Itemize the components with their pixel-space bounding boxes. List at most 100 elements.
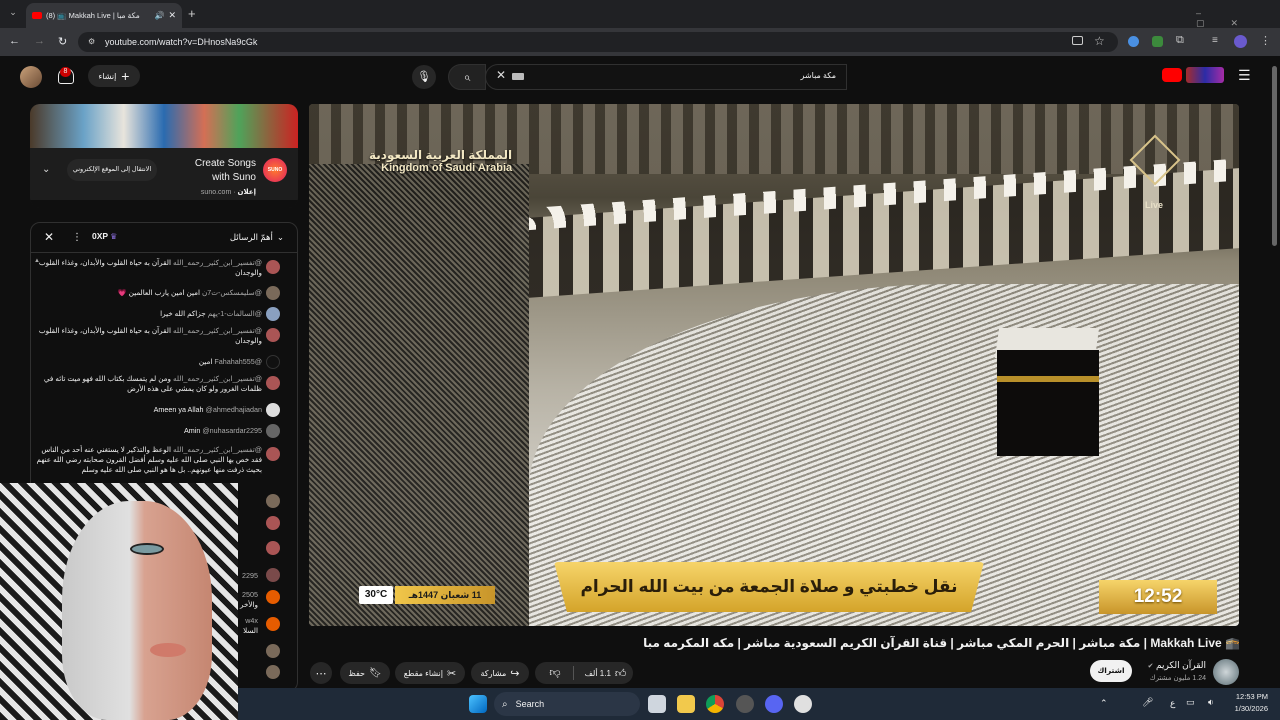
user-avatar[interactable] — [20, 66, 42, 88]
create-button[interactable]: إنشاء + — [88, 65, 140, 87]
extension-green-icon[interactable] — [1152, 36, 1163, 47]
channel-name[interactable]: القرآن الكريم ✔ — [1140, 660, 1206, 671]
subscribe-button[interactable]: اشتراك — [1090, 660, 1132, 682]
chat-message: @Fahahah555 امين — [198, 357, 262, 366]
chat-mode-selector[interactable]: أهمّ الرسائل ⌄ — [228, 232, 284, 243]
network-icon[interactable]: ▭ — [1186, 697, 1195, 708]
chat-header-divider — [30, 252, 298, 253]
more-actions-button[interactable]: ⋯ — [310, 662, 332, 684]
video-player[interactable]: المملكة العربية السعودية Kingdom of Saud… — [309, 104, 1239, 626]
close-tab-icon[interactable]: ✕ — [168, 10, 176, 21]
channel-avatar[interactable] — [1213, 659, 1239, 685]
ad-title-line1[interactable]: Create Songs — [168, 158, 256, 169]
chat-mode-label: أهمّ الرسائل — [229, 232, 273, 242]
avatar[interactable] — [266, 355, 280, 369]
avatar[interactable] — [266, 516, 280, 530]
doodle-logo[interactable] — [1186, 67, 1224, 83]
ad-card[interactable] — [30, 104, 298, 208]
avatar[interactable] — [266, 665, 280, 679]
chat-more-icon[interactable]: ⋮ — [72, 232, 82, 243]
site-info-icon[interactable]: ⚙ — [88, 37, 95, 46]
ad-expand-chevron-icon[interactable]: ⌄ — [42, 164, 50, 175]
search-query-text[interactable]: مكة مباشر — [700, 71, 836, 80]
dislike-button[interactable]: 👎︎ — [540, 662, 570, 684]
ad-banner-image[interactable] — [30, 104, 298, 148]
page-scrollbar[interactable] — [1272, 66, 1277, 246]
chat-message: @سليمسكس-ت7ن امين امين يارب العالمين 💗 — [117, 288, 262, 297]
tab-title: (8) 📺 Makkah Live | مكة مبا — [46, 11, 140, 20]
youtube-logo-icon[interactable] — [1162, 68, 1182, 82]
lips — [150, 643, 186, 657]
cast-icon[interactable] — [1072, 36, 1083, 45]
extension-blue-icon[interactable] — [1128, 36, 1139, 47]
save-button[interactable]: حفظ 🔖︎ — [340, 662, 390, 684]
xp-badge[interactable]: 0XP ♛ — [92, 231, 117, 241]
search-button[interactable]: ⌕ — [448, 64, 486, 90]
voice-search-button[interactable]: 🎙 — [412, 65, 436, 89]
reading-list-icon[interactable]: ≡ — [1212, 35, 1218, 46]
avatar[interactable] — [266, 568, 280, 582]
suno-logo[interactable]: SUNO — [263, 158, 287, 182]
ad-divider — [30, 200, 298, 208]
eye — [130, 543, 164, 555]
kingdom-arabic: المملكة العربية السعودية — [369, 148, 513, 162]
avatar[interactable] — [266, 541, 280, 555]
profile-avatar-icon[interactable] — [1234, 35, 1247, 48]
browser-tab[interactable]: (8) 📺 Makkah Live | مكة مبا 🔊 ✕ — [26, 3, 182, 28]
avatar[interactable] — [266, 590, 280, 604]
clear-search-icon[interactable]: ✕ — [496, 68, 506, 82]
back-icon[interactable]: ← — [9, 35, 20, 47]
bookmark-star-icon[interactable]: ☆ — [1094, 34, 1105, 48]
discord-icon[interactable] — [765, 695, 783, 713]
avatar[interactable] — [266, 286, 280, 300]
guide-menu-icon[interactable]: ☰ — [1238, 67, 1251, 84]
window-controls[interactable]: –▢✕ — [1196, 8, 1280, 29]
clock-time[interactable]: 12:53 PM — [1226, 692, 1268, 701]
keyboard-icon[interactable] — [512, 73, 524, 80]
visit-site-button[interactable]: الانتقال إلى الموقع الإلكتروني — [67, 159, 157, 181]
forward-icon[interactable]: → — [34, 35, 45, 47]
avatar[interactable] — [266, 447, 280, 461]
like-button[interactable]: 1.1 ألف 👍︎ — [578, 662, 633, 684]
pin-app-icon[interactable] — [794, 695, 812, 713]
app-icon[interactable] — [736, 695, 754, 713]
avatar[interactable] — [266, 328, 280, 342]
clip-button[interactable]: إنشاء مقطع ✂ — [395, 662, 465, 684]
reload-icon[interactable]: ↻ — [58, 35, 67, 48]
tab-list-icon[interactable]: ⌄ — [6, 7, 20, 21]
avatar[interactable] — [266, 644, 280, 658]
avatar[interactable] — [266, 617, 280, 631]
extensions-puzzle-icon[interactable]: ⧉ — [1176, 34, 1184, 47]
audio-icon[interactable]: 🔊 — [154, 11, 164, 20]
verified-check-icon: ✔ — [1147, 663, 1154, 670]
chrome-icon[interactable] — [706, 695, 724, 713]
avatar[interactable] — [266, 260, 280, 274]
kaaba[interactable] — [994, 328, 1100, 456]
chat-close-icon[interactable]: ✕ — [44, 230, 54, 244]
mic-tray-icon[interactable]: 🎤︎ — [1142, 697, 1153, 708]
taskbar-search[interactable]: ⌕ Search — [494, 692, 640, 716]
crown-icon: ♛ — [110, 231, 118, 241]
volume-icon[interactable]: 🔉︎ — [1208, 697, 1214, 708]
search-icon: ⌕ — [502, 698, 508, 710]
avatar[interactable] — [266, 376, 280, 390]
avatar[interactable] — [266, 494, 280, 508]
chat-message: w4x السلا — [243, 616, 258, 635]
ad-title-line2[interactable]: with Suno — [168, 172, 256, 183]
clock-date[interactable]: 1/30/2026 — [1226, 704, 1268, 713]
url-text[interactable]: youtube.com/watch?v=DHnosNa9cGk — [105, 37, 257, 47]
tray-chevron-icon[interactable]: ⌃ — [1100, 698, 1108, 709]
save-label: حفظ — [348, 668, 365, 678]
new-tab-icon[interactable]: + — [188, 6, 196, 21]
share-button[interactable]: مشاركة ↪ — [471, 662, 529, 684]
keyboard-lang[interactable]: ع — [1170, 698, 1175, 709]
webcam-overlay — [0, 483, 238, 720]
avatar[interactable] — [266, 403, 280, 417]
avatar[interactable] — [266, 424, 280, 438]
windows-taskbar — [238, 688, 1280, 720]
browser-menu-icon[interactable]: ⋮ — [1260, 34, 1271, 47]
task-view-icon[interactable] — [648, 695, 666, 713]
avatar[interactable] — [266, 307, 280, 321]
file-explorer-icon[interactable] — [677, 695, 695, 713]
start-windows-icon[interactable] — [469, 695, 487, 713]
